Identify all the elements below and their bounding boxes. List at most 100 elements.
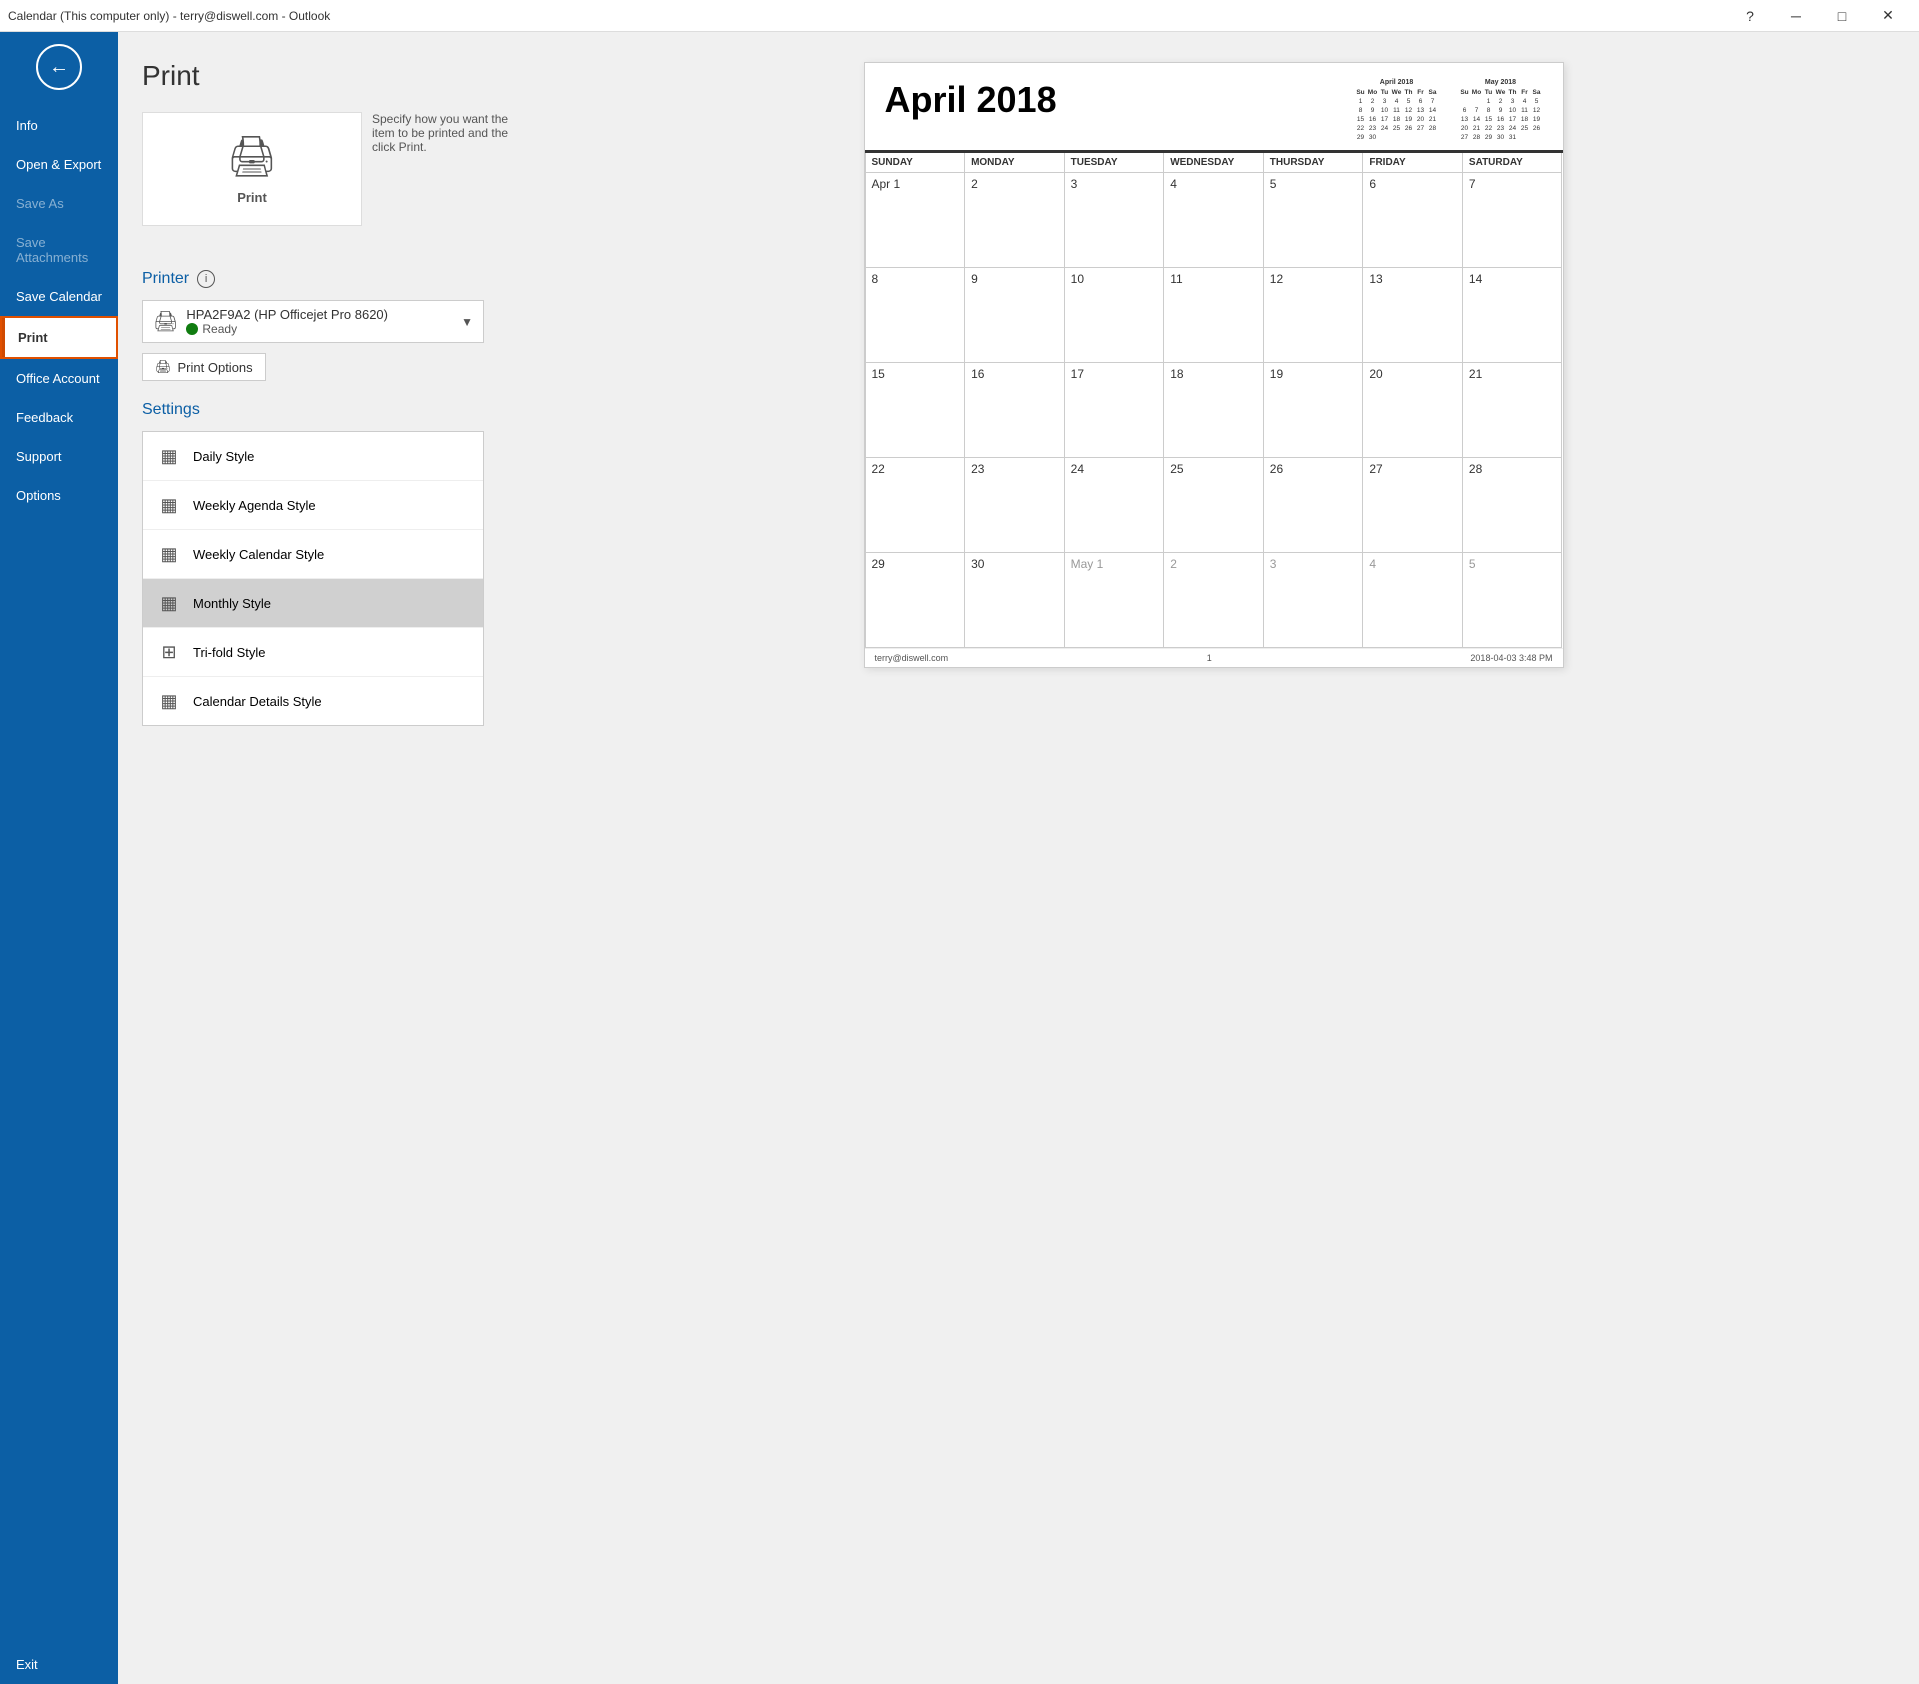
table-row: 10 bbox=[1065, 268, 1165, 363]
table-row: 16 bbox=[965, 363, 1065, 458]
calendar-mini-may: May 2018 Su Mo Tu We Th Fr Sa bbox=[1459, 79, 1543, 142]
table-row: 18 bbox=[1164, 363, 1264, 458]
style-list: ▦ Daily Style ▦ Weekly Agenda Style ▦ We… bbox=[142, 431, 484, 726]
table-row: 5 bbox=[1264, 173, 1364, 268]
monthly-style-icon: ▦ bbox=[155, 589, 183, 617]
daily-style-icon: ▦ bbox=[155, 442, 183, 470]
printer-name: HPA2F9A2 (HP Officejet Pro 8620) bbox=[186, 307, 461, 322]
col-tuesday: TUESDAY bbox=[1065, 153, 1165, 173]
print-options-button[interactable]: 🖨 Print Options bbox=[142, 353, 266, 381]
status-dot bbox=[186, 323, 198, 335]
close-button[interactable]: ✕ bbox=[1865, 0, 1911, 32]
style-weekly-calendar[interactable]: ▦ Weekly Calendar Style bbox=[143, 530, 483, 579]
calendar-grid: SUNDAY MONDAY TUESDAY WEDNESDAY THURSDAY… bbox=[865, 153, 1563, 648]
table-row: 25 bbox=[1164, 458, 1264, 553]
calendar-details-style-icon: ▦ bbox=[155, 687, 183, 715]
dropdown-arrow-icon: ▼ bbox=[461, 315, 473, 329]
table-row: 3 bbox=[1264, 553, 1364, 648]
col-saturday: SATURDAY bbox=[1463, 153, 1563, 173]
back-button[interactable]: ← bbox=[36, 44, 82, 90]
calendar-mini-months: April 2018 Su Mo Tu We Th Fr Sa 1 2 bbox=[1355, 79, 1543, 142]
col-monday: MONDAY bbox=[965, 153, 1065, 173]
table-row: 13 bbox=[1363, 268, 1463, 363]
table-row: 12 bbox=[1264, 268, 1364, 363]
table-row: 4 bbox=[1164, 173, 1264, 268]
table-row: 2 bbox=[965, 173, 1065, 268]
calendar-footer: terry@diswell.com 1 2018-04-03 3:48 PM bbox=[865, 648, 1563, 667]
app-body: ← Info Open & Export Save As Save Attach… bbox=[0, 32, 1919, 1684]
printer-status: Ready bbox=[186, 322, 461, 336]
printer-dropdown-icon: 🖨 bbox=[153, 309, 178, 334]
table-row: 23 bbox=[965, 458, 1065, 553]
print-icon-box: 🖨 Print bbox=[142, 112, 362, 226]
style-monthly[interactable]: ▦ Monthly Style bbox=[143, 579, 483, 628]
calendar-preview: April 2018 April 2018 Su Mo Tu We Th F bbox=[864, 62, 1564, 668]
sidebar-item-options[interactable]: Options bbox=[0, 476, 118, 515]
weekly-calendar-style-icon: ▦ bbox=[155, 540, 183, 568]
col-sunday: SUNDAY bbox=[866, 153, 966, 173]
sidebar-item-office-account[interactable]: Office Account bbox=[0, 359, 118, 398]
style-daily[interactable]: ▦ Daily Style bbox=[143, 432, 483, 481]
style-trifold[interactable]: ⊞ Tri-fold Style bbox=[143, 628, 483, 677]
sidebar-item-save-attachments: Save Attachments bbox=[0, 223, 118, 277]
sidebar-item-open-export[interactable]: Open & Export bbox=[0, 145, 118, 184]
table-row: 17 bbox=[1065, 363, 1165, 458]
window-controls: ? ─ □ ✕ bbox=[1727, 0, 1911, 32]
maximize-button[interactable]: □ bbox=[1819, 0, 1865, 32]
page-title: Print bbox=[142, 60, 484, 92]
table-row: 28 bbox=[1463, 458, 1563, 553]
table-row: 3 bbox=[1065, 173, 1165, 268]
calendar-mini-april-grid: Su Mo Tu We Th Fr Sa 1 2 3 4 bbox=[1355, 88, 1439, 142]
calendar-header: April 2018 April 2018 Su Mo Tu We Th F bbox=[865, 63, 1563, 153]
table-row: 24 bbox=[1065, 458, 1165, 553]
sidebar-item-support[interactable]: Support bbox=[0, 437, 118, 476]
sidebar-item-print[interactable]: Print bbox=[0, 316, 118, 359]
calendar-mini-april: April 2018 Su Mo Tu We Th Fr Sa 1 2 bbox=[1355, 79, 1439, 142]
table-row: 21 bbox=[1463, 363, 1563, 458]
table-row: Apr 1 bbox=[866, 173, 966, 268]
calendar-footer-left: terry@diswell.com bbox=[875, 653, 949, 663]
settings-section-title: Settings bbox=[142, 401, 484, 419]
style-calendar-details[interactable]: ▦ Calendar Details Style bbox=[143, 677, 483, 725]
table-row: 27 bbox=[1363, 458, 1463, 553]
printer-info-icon[interactable]: i bbox=[197, 270, 215, 288]
col-thursday: THURSDAY bbox=[1264, 153, 1364, 173]
minimize-button[interactable]: ─ bbox=[1773, 0, 1819, 32]
print-intro-row: 🖨 Print Specify how you want the item to… bbox=[142, 112, 508, 246]
table-row: 11 bbox=[1164, 268, 1264, 363]
col-wednesday: WEDNESDAY bbox=[1164, 153, 1264, 173]
table-row: 9 bbox=[965, 268, 1065, 363]
sidebar: ← Info Open & Export Save As Save Attach… bbox=[0, 32, 118, 1684]
calendar-footer-right: 2018-04-03 3:48 PM bbox=[1470, 653, 1552, 663]
sidebar-item-feedback[interactable]: Feedback bbox=[0, 398, 118, 437]
table-row: 29 bbox=[866, 553, 966, 648]
table-row: 5 bbox=[1463, 553, 1563, 648]
table-row: 8 bbox=[866, 268, 966, 363]
calendar-footer-center: 1 bbox=[1207, 653, 1212, 663]
printer-info: HPA2F9A2 (HP Officejet Pro 8620) Ready bbox=[186, 307, 461, 336]
printer-dropdown[interactable]: 🖨 HPA2F9A2 (HP Officejet Pro 8620) Ready… bbox=[142, 300, 484, 343]
table-row: 4 bbox=[1363, 553, 1463, 648]
sidebar-item-info[interactable]: Info bbox=[0, 106, 118, 145]
sidebar-item-save-calendar[interactable]: Save Calendar bbox=[0, 277, 118, 316]
main-content: Print 🖨 Print Specify how you want the i… bbox=[118, 32, 1919, 1684]
table-row: 22 bbox=[866, 458, 966, 553]
trifold-style-icon: ⊞ bbox=[155, 638, 183, 666]
sidebar-item-exit[interactable]: Exit bbox=[0, 1645, 118, 1684]
table-row: May 1 bbox=[1065, 553, 1165, 648]
table-row: 15 bbox=[866, 363, 966, 458]
print-description: Specify how you want the item to be prin… bbox=[372, 112, 508, 154]
calendar-month-title: April 2018 bbox=[885, 79, 1057, 121]
table-row: 19 bbox=[1264, 363, 1364, 458]
left-panel: Print 🖨 Print Specify how you want the i… bbox=[118, 32, 508, 1684]
table-row: 26 bbox=[1264, 458, 1364, 553]
window-title: Calendar (This computer only) - terry@di… bbox=[8, 9, 330, 23]
weekly-agenda-style-icon: ▦ bbox=[155, 491, 183, 519]
table-row: 6 bbox=[1363, 173, 1463, 268]
help-button[interactable]: ? bbox=[1727, 0, 1773, 32]
table-row: 30 bbox=[965, 553, 1065, 648]
calendar-mini-may-grid: Su Mo Tu We Th Fr Sa 1 2 bbox=[1459, 88, 1543, 142]
table-row: 7 bbox=[1463, 173, 1563, 268]
printer-section-title: Printer i bbox=[142, 270, 484, 288]
style-weekly-agenda[interactable]: ▦ Weekly Agenda Style bbox=[143, 481, 483, 530]
